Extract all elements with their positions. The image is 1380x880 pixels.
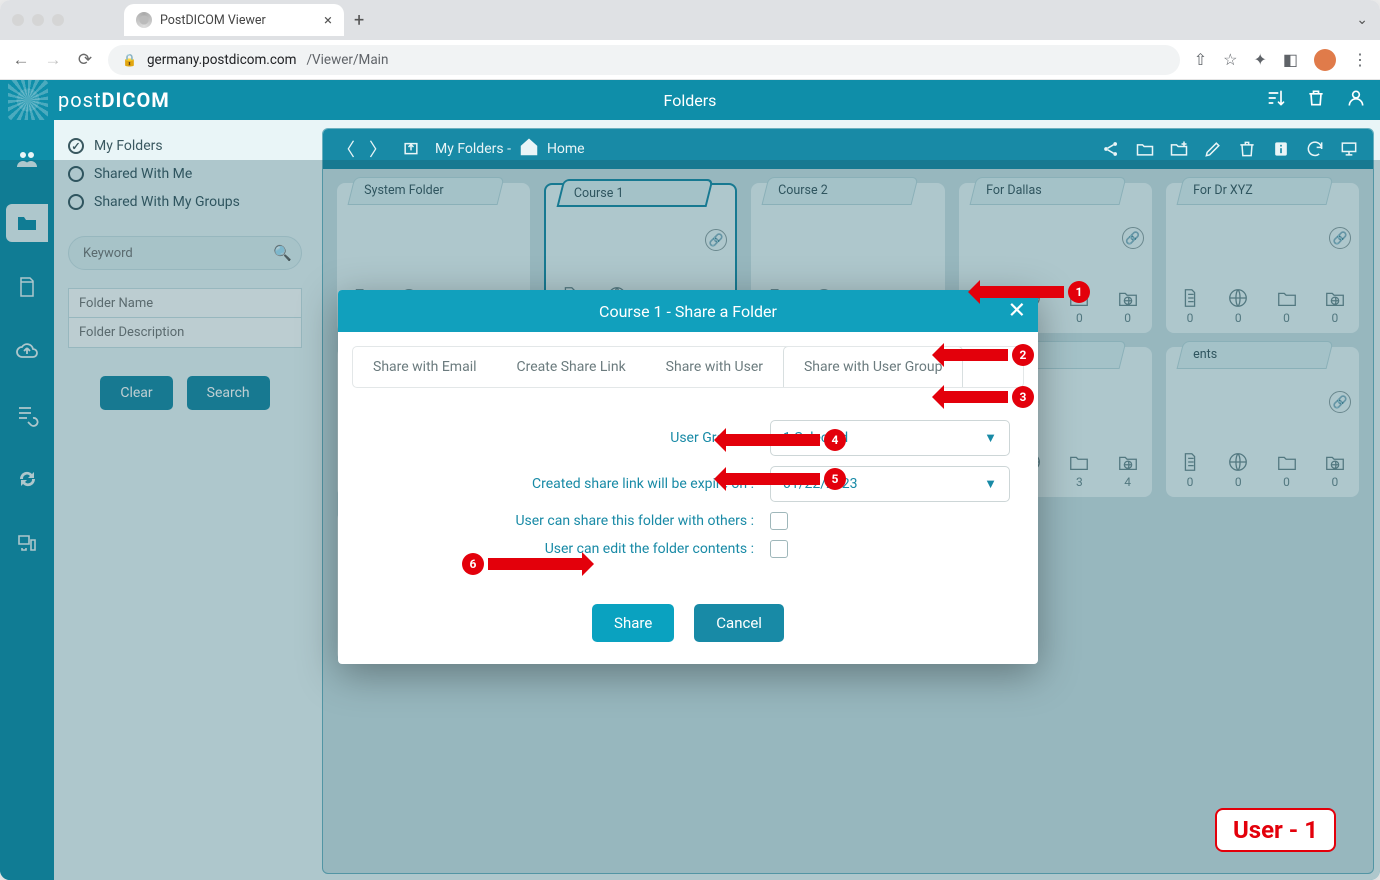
- browser-toolbar: ← → ⟳ 🔒 germany.postdicom.com/Viewer/Mai…: [0, 40, 1380, 80]
- modal-close-icon[interactable]: ✕: [1008, 299, 1026, 324]
- favicon-icon: [136, 12, 152, 28]
- window-controls[interactable]: [12, 14, 64, 26]
- brand-bold: DICOM: [102, 88, 170, 112]
- tab-title: PostDICOM Viewer: [160, 13, 266, 28]
- present-icon[interactable]: [1339, 139, 1359, 159]
- home-icon: [519, 137, 539, 161]
- radio-label: My Folders: [94, 138, 163, 154]
- nav-reload-icon[interactable]: ⟳: [76, 50, 94, 70]
- modal-tab[interactable]: Share with User Group: [783, 346, 964, 388]
- bookmark-icon[interactable]: ☆: [1223, 50, 1237, 69]
- expire-date-select[interactable]: 01/22/2023 ▼: [770, 466, 1010, 502]
- can-share-checkbox[interactable]: [770, 512, 788, 530]
- browser-menu-icon[interactable]: ⋮: [1352, 50, 1368, 69]
- content-forward-icon[interactable]: 〉: [369, 136, 387, 162]
- browser-titlebar: PostDICOM Viewer × + ⌄: [0, 0, 1380, 40]
- can-edit-label: User can edit the folder contents :: [366, 541, 770, 557]
- open-folder-icon[interactable]: [1135, 139, 1155, 159]
- modal-tab[interactable]: Create Share Link: [497, 347, 646, 387]
- address-bar[interactable]: 🔒 germany.postdicom.com/Viewer/Main: [108, 45, 1180, 75]
- profile-avatar[interactable]: [1314, 49, 1336, 71]
- expire-label: Created share link will be expire on :: [366, 476, 770, 492]
- share-folder-modal: Course 1 - Share a Folder ✕ Share with E…: [338, 290, 1038, 664]
- radio-my-folders[interactable]: ✓ My Folders: [68, 138, 302, 154]
- delete-icon[interactable]: [1237, 139, 1257, 159]
- can-share-label: User can share this folder with others :: [366, 513, 770, 529]
- extensions-icon[interactable]: ✦: [1253, 50, 1266, 69]
- sidepanel-icon[interactable]: ◧: [1283, 50, 1298, 69]
- trash-icon[interactable]: [1306, 88, 1326, 113]
- cancel-button[interactable]: Cancel: [694, 604, 784, 642]
- modal-tabs: Share with EmailCreate Share LinkShare w…: [352, 346, 1024, 388]
- lock-icon: 🔒: [122, 53, 137, 67]
- modal-title: Course 1 - Share a Folder: [599, 302, 777, 321]
- user-badge: User - 1: [1215, 808, 1336, 852]
- brand-pre: post: [58, 88, 102, 112]
- brand-logo-icon: [8, 80, 48, 120]
- content-back-icon[interactable]: 〈: [337, 136, 355, 162]
- new-tab-button[interactable]: +: [354, 10, 364, 31]
- user-groups-select[interactable]: 1 Selected ▼: [770, 420, 1010, 456]
- close-tab-icon[interactable]: ×: [324, 11, 332, 29]
- url-path: /Viewer/Main: [306, 52, 388, 68]
- refresh-icon[interactable]: [1305, 139, 1325, 159]
- new-folder-icon[interactable]: [1169, 139, 1189, 159]
- can-edit-checkbox[interactable]: [770, 540, 788, 558]
- page-title: Folders: [664, 91, 717, 110]
- share-button[interactable]: Share: [592, 604, 674, 642]
- user-groups-label: User Groups :: [366, 430, 770, 446]
- modal-tab[interactable]: Share with User: [646, 347, 783, 387]
- info-icon[interactable]: [1271, 139, 1291, 159]
- tabs-expand-icon[interactable]: ⌄: [1356, 12, 1368, 28]
- share-page-icon[interactable]: ⇧: [1194, 50, 1207, 69]
- check-icon: ✓: [68, 138, 84, 154]
- app-topbar: postDICOM Folders: [0, 80, 1380, 120]
- brand[interactable]: postDICOM: [14, 86, 170, 114]
- modal-tab[interactable]: Share with Email: [353, 347, 497, 387]
- chevron-down-icon: ▼: [984, 476, 997, 492]
- nav-forward-icon: →: [44, 50, 62, 70]
- select-value: 01/22/2023: [783, 476, 858, 492]
- up-level-icon[interactable]: [401, 137, 421, 161]
- breadcrumb-home[interactable]: Home: [547, 141, 585, 157]
- browser-tab[interactable]: PostDICOM Viewer ×: [124, 4, 344, 36]
- share-icon[interactable]: [1101, 139, 1121, 159]
- select-value: 1 Selected: [783, 430, 848, 446]
- sort-icon[interactable]: [1266, 88, 1286, 113]
- chevron-down-icon: ▼: [984, 430, 997, 446]
- edit-icon[interactable]: [1203, 139, 1223, 159]
- url-host: germany.postdicom.com: [147, 52, 297, 68]
- nav-back-icon[interactable]: ←: [12, 50, 30, 70]
- user-icon[interactable]: [1346, 88, 1366, 113]
- breadcrumb-root[interactable]: My Folders -: [435, 141, 511, 157]
- modal-header: Course 1 - Share a Folder ✕: [338, 290, 1038, 332]
